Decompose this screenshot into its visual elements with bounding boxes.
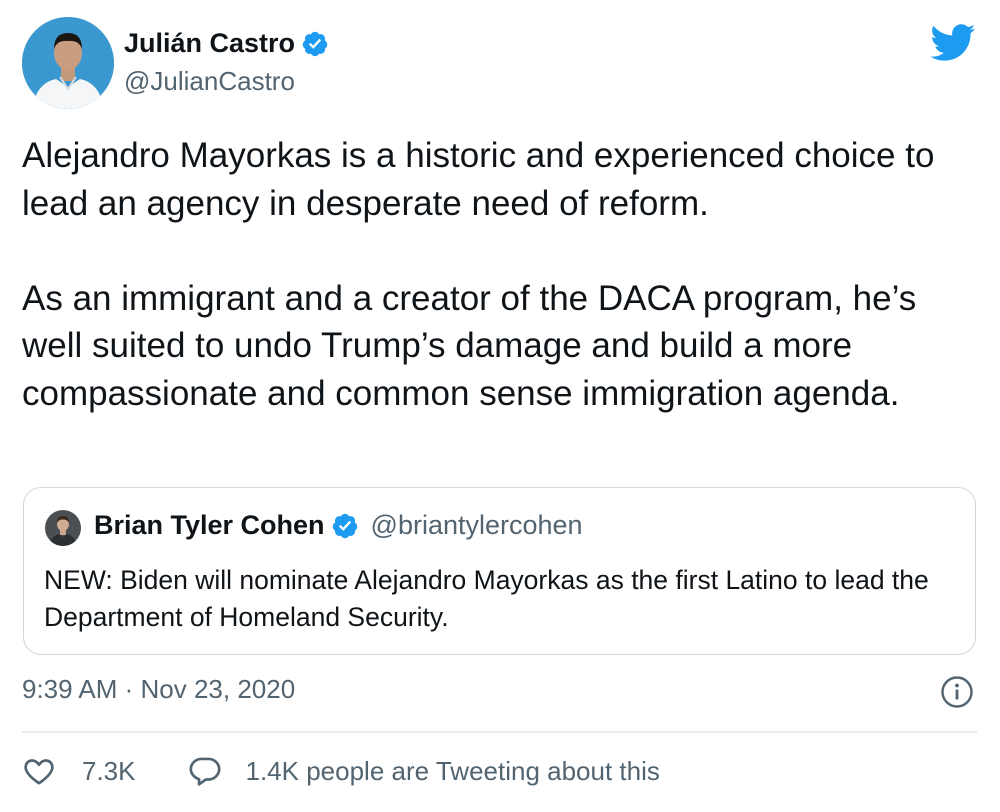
tweet-paragraph: As an immigrant and a creator of the DAC… [22,278,917,413]
tweet-text: Alejandro Mayorkas is a historic and exp… [22,132,982,417]
quoted-author-handle[interactable]: @briantylercohen [371,510,583,541]
author-name-text: Julián Castro [124,28,296,58]
heart-icon [24,759,54,785]
conversation-button[interactable]: 1.4K people are Tweeting about this [188,754,660,788]
verified-badge-icon [332,513,357,538]
quoted-tweet-card[interactable]: Brian Tyler Cohen @briantylercohen NEW: … [23,487,976,655]
quoted-author-avatar[interactable] [45,510,81,546]
verified-badge-icon [302,31,328,56]
tweet-paragraph: Alejandro Mayorkas is a historic and exp… [22,136,935,223]
quoted-tweet-header: Brian Tyler Cohen @briantylercohen [94,510,583,541]
quoted-author-name[interactable]: Brian Tyler Cohen [94,510,325,541]
like-button[interactable]: 7.3K [22,754,136,788]
author-handle[interactable]: @JulianCastro [124,66,295,97]
like-count: 7.3K [82,755,136,786]
author-avatar[interactable] [22,17,114,109]
divider [22,731,977,733]
twitter-bird-icon[interactable] [930,24,976,62]
tweet-timestamp[interactable]: 9:39 AM · Nov 23, 2020 [22,674,295,705]
embedded-tweet: Julián Castro @JulianCastro Alejandro Ma… [0,0,1000,812]
tweet-actions: 7.3K 1.4K people are Tweeting about this [22,754,660,788]
speech-bubble-icon [188,757,221,786]
quoted-tweet-text: NEW: Biden will nominate Alejandro Mayor… [44,565,929,632]
author-name[interactable]: Julián Castro [124,28,329,59]
info-icon[interactable] [940,675,974,709]
conversation-text: 1.4K people are Tweeting about this [245,755,660,786]
